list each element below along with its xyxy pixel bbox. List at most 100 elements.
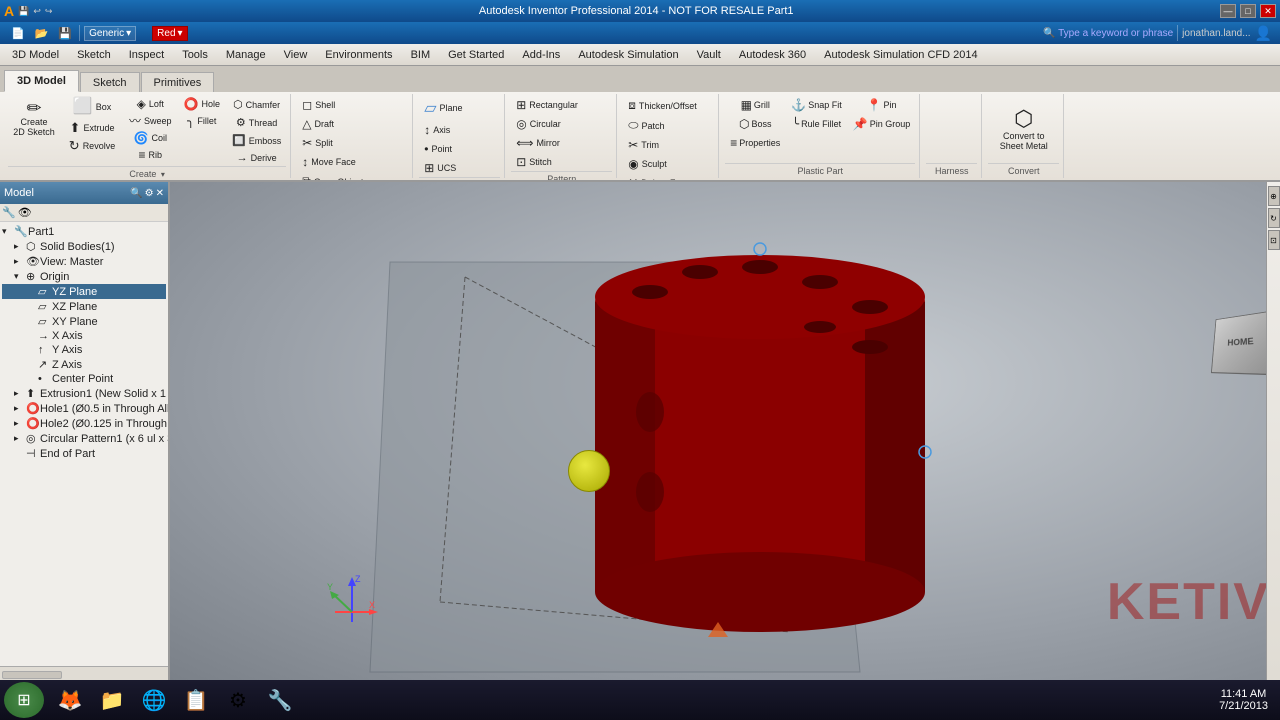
taskbar-firefox[interactable]: 🦊 (50, 682, 90, 718)
point-button[interactable]: • Point (419, 140, 457, 158)
tree-item-end-of-part[interactable]: ⊣ End of Part (2, 446, 166, 461)
quick-save-icon[interactable]: 💾 (18, 6, 29, 17)
tree-item-z-axis[interactable]: ↗ Z Axis (2, 357, 166, 372)
stitch-button[interactable]: ⊡ Stitch (511, 153, 557, 171)
tree-item-circular-pattern1[interactable]: ▸ ◎ Circular Pattern1 (x 6 ul x 360 deg) (2, 431, 166, 446)
menu-addins[interactable]: Add-Ins (514, 44, 568, 65)
panel-search-icon[interactable]: 🔍 (130, 188, 142, 199)
taskbar-app4[interactable]: 🔧 (260, 682, 300, 718)
menu-autodesk-sim[interactable]: Autodesk Simulation (570, 44, 686, 65)
rp-orbit-icon[interactable]: ↻ (1268, 208, 1280, 228)
tree-item-hole2[interactable]: ▸ ⭕ Hole2 (Ø0.125 in Through All Depth) (2, 416, 166, 431)
tree-item-hole1[interactable]: ▸ ⭕ Hole1 (Ø0.5 in Through All Depth) (2, 401, 166, 416)
fillet-button[interactable]: ╮ Fillet (179, 113, 225, 129)
revolve-button[interactable]: ↻ Revolve (62, 137, 122, 154)
pin-group-button[interactable]: 📌 Pin Group (848, 115, 915, 133)
thread-button[interactable]: ⚙ Thread (227, 114, 286, 131)
derive-button[interactable]: → Derive (227, 150, 286, 166)
ucs-button[interactable]: ⊞ UCS (419, 159, 461, 177)
axis-button[interactable]: ↕ Axis (419, 121, 455, 139)
sweep-button[interactable]: 〰 Sweep (124, 113, 177, 129)
start-button[interactable]: ⊞ (4, 682, 44, 718)
close-button[interactable]: ✕ (1260, 4, 1276, 18)
tree-item-yz-plane[interactable]: ▱ YZ Plane (2, 284, 166, 299)
menu-sketch[interactable]: Sketch (69, 44, 119, 65)
tree-item-origin[interactable]: ▾ ⊕ Origin (2, 269, 166, 284)
thicken-offset-button[interactable]: ⧈ Thicken/Offset (623, 96, 702, 115)
tree-item-center-point[interactable]: • Center Point (2, 372, 166, 386)
tab-3dmodel[interactable]: 3D Model (4, 70, 79, 92)
tree-item-solid-bodies[interactable]: ▸ ⬡ Solid Bodies(1) (2, 239, 166, 254)
qa-save[interactable]: 💾 (55, 27, 75, 40)
menu-manage[interactable]: Manage (218, 44, 274, 65)
tree-item-y-axis[interactable]: ↑ Y Axis (2, 343, 166, 357)
rp-zoom-icon[interactable]: ⊡ (1268, 230, 1280, 250)
tab-primitives[interactable]: Primitives (141, 72, 215, 92)
color-dropdown[interactable]: Red ▾ (152, 26, 187, 41)
3d-viewport[interactable]: 0.375 in ▸ ✓ ✕ ⊞ HOME Z X (170, 182, 1280, 682)
pin-button[interactable]: 📍 Pin (848, 96, 915, 114)
rp-pan-icon[interactable]: ⊕ (1268, 186, 1280, 206)
split-button[interactable]: ✂ Split (297, 134, 338, 152)
tree-item-view-master[interactable]: ▸ 👁 View: Master (2, 254, 166, 269)
menu-environments[interactable]: Environments (317, 44, 400, 65)
profile-dropdown[interactable]: Generic ▾ (84, 26, 136, 41)
boss-button[interactable]: ⬡ Boss (725, 115, 785, 133)
menu-autodesk-cfd[interactable]: Autodesk Simulation CFD 2014 (816, 44, 985, 65)
patch-button[interactable]: ⬭ Patch (623, 116, 669, 135)
taskbar-app2[interactable]: 📋 (176, 682, 216, 718)
panel-close-icon[interactable]: ✕ (156, 188, 164, 199)
navigation-cube[interactable]: HOME (1210, 312, 1270, 372)
trim-button[interactable]: ✂ Trim (623, 136, 664, 154)
properties-button[interactable]: ≡ Properties (725, 134, 785, 152)
panel-settings-icon[interactable]: ⚙ (145, 188, 154, 199)
maximize-button[interactable]: □ (1240, 4, 1256, 18)
qa-new[interactable]: 📄 (8, 27, 28, 40)
chamfer-button[interactable]: ⬡ Chamfer (227, 96, 286, 113)
menu-vault[interactable]: Vault (689, 44, 729, 65)
rule-fillet-button[interactable]: ╰ Rule Fillet (786, 115, 846, 133)
coil-button[interactable]: 🌀 Coil (124, 130, 177, 146)
redo-icon[interactable]: ↪ (45, 6, 53, 17)
tree-item-xz-plane[interactable]: ▱ XZ Plane (2, 299, 166, 314)
menu-view[interactable]: View (276, 44, 316, 65)
tree-item-x-axis[interactable]: → X Axis (2, 329, 166, 343)
hole-button[interactable]: ⭕ Hole (179, 96, 225, 112)
menu-autodesk360[interactable]: Autodesk 360 (731, 44, 814, 65)
snap-fit-button[interactable]: ⚓ Snap Fit (786, 96, 846, 114)
taskbar-app3[interactable]: ⚙ (218, 682, 258, 718)
emboss-button[interactable]: 🔲 Emboss (227, 132, 286, 149)
menu-bim[interactable]: BIM (403, 44, 439, 65)
menu-tools[interactable]: Tools (174, 44, 216, 65)
taskbar-chrome[interactable]: 🌐 (134, 682, 174, 718)
loft-button[interactable]: ◈ Loft (124, 96, 177, 112)
tree-item-xy-plane[interactable]: ▱ XY Plane (2, 314, 166, 329)
extrude-button[interactable]: ⬆ Extrude (62, 119, 122, 136)
sculpt-button[interactable]: ◉ Sculpt (623, 155, 672, 173)
box-button[interactable]: ⬜ Box (62, 96, 122, 118)
menu-3dmodel[interactable]: 3D Model (4, 44, 67, 65)
move-face-button[interactable]: ↕ Move Face (297, 153, 361, 171)
rib-button[interactable]: ≡ Rib (124, 147, 177, 163)
qa-open[interactable]: 📂 (32, 27, 52, 40)
convert-sheet-metal-button[interactable]: ⬡ Convert toSheet Metal (994, 105, 1054, 154)
delete-face-button[interactable]: ✕ Delete Face (623, 174, 695, 180)
grill-button[interactable]: ▦ Grill (725, 96, 785, 114)
search-box[interactable]: 🔍 Type a keyword or phrase (1043, 28, 1173, 39)
taskbar-folder[interactable]: 📁 (92, 682, 132, 718)
menu-inspect[interactable]: Inspect (121, 44, 172, 65)
create-dropdown-icon[interactable]: ▾ (161, 170, 165, 179)
circular-button[interactable]: ◎ Circular (511, 115, 566, 133)
rectangular-button[interactable]: ⊞ Rectangular (511, 96, 583, 114)
copy-object-button[interactable]: ⧉ Copy Object (297, 172, 368, 180)
create-2d-sketch-button[interactable]: ✏ Create2D Sketch (8, 96, 60, 141)
tree-item-extrusion1[interactable]: ▸ ⬆ Extrusion1 (New Solid x 1 in) (2, 386, 166, 401)
tree-item-part1[interactable]: ▾ 🔧 Part1 (2, 224, 166, 239)
minimize-button[interactable]: — (1220, 4, 1236, 18)
plane-button[interactable]: ▱ Plane (419, 96, 467, 120)
mirror-button[interactable]: ⟺ Mirror (511, 134, 565, 152)
menu-getstarted[interactable]: Get Started (440, 44, 512, 65)
draft-button[interactable]: △ Draft (297, 115, 339, 133)
shell-button[interactable]: ◻ Shell (297, 96, 340, 114)
undo-icon[interactable]: ↩ (33, 6, 41, 17)
